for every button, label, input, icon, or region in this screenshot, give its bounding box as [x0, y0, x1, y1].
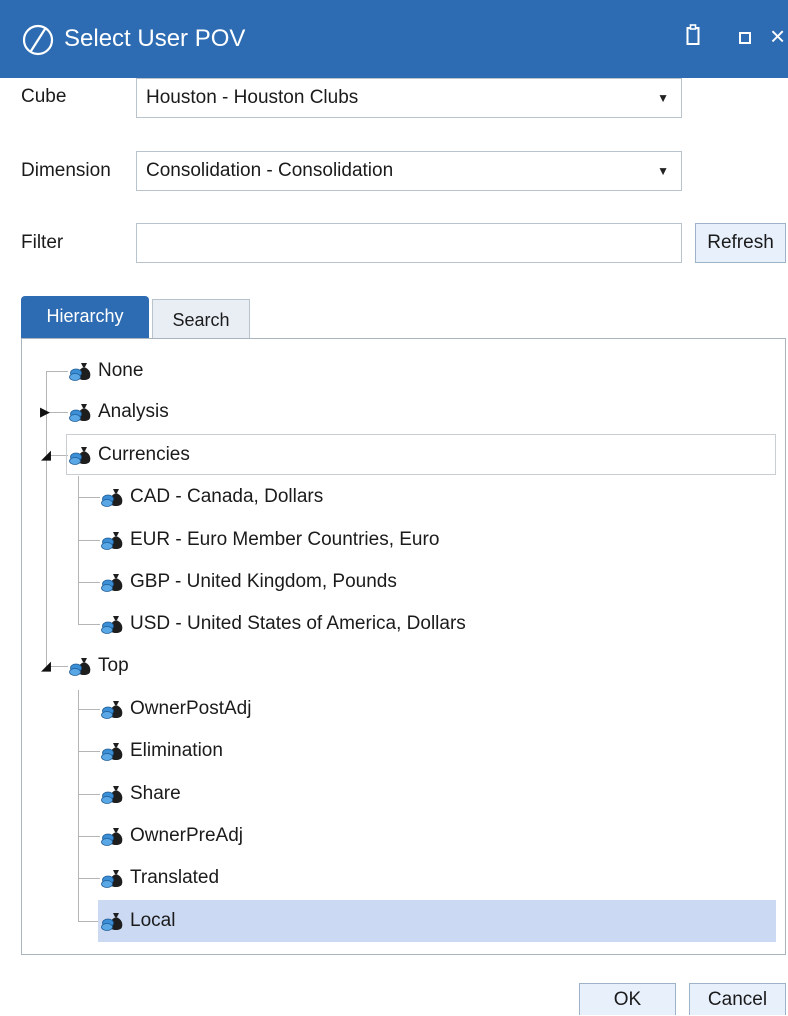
tree-node-label: USD - United States of America, Dollars	[130, 613, 466, 634]
member-bag-icon	[100, 783, 124, 805]
cube-label: Cube	[21, 86, 67, 107]
member-bag-icon	[100, 613, 124, 635]
tree-node-eur[interactable]: EUR - Euro Member Countries, Euro	[100, 520, 439, 560]
tree-node-ownerpreadj[interactable]: OwnerPreAdj	[100, 816, 243, 856]
cube-select-value: Houston - Houston Clubs	[146, 87, 359, 108]
tree-node-label: None	[98, 360, 144, 381]
window-title: Select User POV	[64, 25, 246, 52]
tree-node-label: OwnerPostAdj	[130, 698, 252, 719]
tree-node-currencies[interactable]: Currencies	[66, 434, 776, 475]
tree-node-label: GBP - United Kingdom, Pounds	[130, 571, 397, 592]
dimension-select[interactable]: Consolidation - Consolidation ▼	[136, 151, 682, 191]
tree-node-label: Currencies	[98, 443, 190, 465]
tree-node-share[interactable]: Share	[100, 774, 181, 814]
tree-node-cad[interactable]: CAD - Canada, Dollars	[100, 477, 323, 517]
tree-node-label: OwnerPreAdj	[130, 825, 243, 846]
tree-node-top[interactable]: Top	[68, 646, 129, 686]
tree-node-label: Translated	[130, 867, 220, 888]
title-bar: Select User POV ×	[0, 0, 788, 78]
tree-connector	[78, 751, 100, 752]
member-bag-icon	[100, 571, 124, 593]
tree-connector	[46, 371, 68, 372]
tree-connector	[78, 540, 100, 541]
tree-node-label: EUR - Euro Member Countries, Euro	[130, 529, 440, 550]
member-bag-icon	[100, 529, 124, 551]
member-bag-icon	[100, 740, 124, 762]
member-bag-icon	[100, 825, 124, 847]
collapse-arrow-icon[interactable]: ◢	[41, 659, 51, 673]
tree-connector	[78, 476, 79, 624]
tree-node-ownerpostadj[interactable]: OwnerPostAdj	[100, 689, 251, 729]
close-icon[interactable]: ×	[770, 22, 785, 50]
member-bag-icon	[68, 360, 92, 382]
member-bag-icon	[68, 444, 92, 466]
tab-hierarchy[interactable]: Hierarchy	[21, 296, 149, 338]
member-bag-icon	[68, 401, 92, 423]
maximize-icon[interactable]	[739, 32, 751, 44]
dimension-label: Dimension	[21, 160, 111, 181]
member-bag-icon	[100, 910, 124, 932]
tree-node-label: CAD - Canada, Dollars	[130, 486, 324, 507]
filter-input[interactable]	[136, 223, 682, 263]
ok-button[interactable]: OK	[579, 983, 676, 1015]
tree-connector	[78, 836, 100, 837]
tree-connector	[78, 709, 100, 710]
chevron-down-icon: ▼	[657, 164, 669, 178]
chevron-down-icon: ▼	[657, 91, 669, 105]
tree-node-elimination[interactable]: Elimination	[100, 731, 223, 771]
tree-node-usd[interactable]: USD - United States of America, Dollars	[100, 604, 466, 644]
clipboard-icon[interactable]	[686, 24, 700, 46]
expand-arrow-icon[interactable]: ▶	[40, 405, 50, 419]
tree-node-analysis[interactable]: Analysis	[68, 392, 169, 432]
tree-connector	[78, 690, 79, 921]
refresh-button[interactable]: Refresh	[695, 223, 786, 263]
tree-node-label: Top	[98, 655, 129, 676]
tab-search[interactable]: Search	[152, 299, 250, 338]
collapse-arrow-icon[interactable]: ◢	[41, 448, 51, 462]
tree-node-gbp[interactable]: GBP - United Kingdom, Pounds	[100, 562, 397, 602]
tree-node-translated[interactable]: Translated	[100, 858, 219, 898]
app-logo-icon	[22, 24, 54, 56]
tree-connector	[78, 497, 100, 498]
member-bag-icon	[68, 655, 92, 677]
member-bag-icon	[100, 867, 124, 889]
tree-connector	[78, 921, 100, 922]
member-bag-icon	[100, 698, 124, 720]
filter-label: Filter	[21, 232, 64, 253]
tree-connector	[78, 582, 100, 583]
tree-node-label: Elimination	[130, 740, 223, 761]
tree-node-local[interactable]: Local	[98, 900, 776, 942]
tree-connector	[78, 794, 100, 795]
tree-node-none[interactable]: None	[68, 351, 143, 391]
dimension-select-value: Consolidation - Consolidation	[146, 160, 394, 181]
tree-node-label: Local	[130, 910, 176, 931]
tree-connector	[78, 624, 100, 625]
tree-node-label: Share	[130, 783, 181, 804]
cube-select[interactable]: Houston - Houston Clubs ▼	[136, 78, 682, 118]
cancel-button[interactable]: Cancel	[689, 983, 786, 1015]
member-bag-icon	[100, 486, 124, 508]
tree-node-label: Analysis	[98, 401, 169, 422]
tree-connector	[78, 878, 100, 879]
